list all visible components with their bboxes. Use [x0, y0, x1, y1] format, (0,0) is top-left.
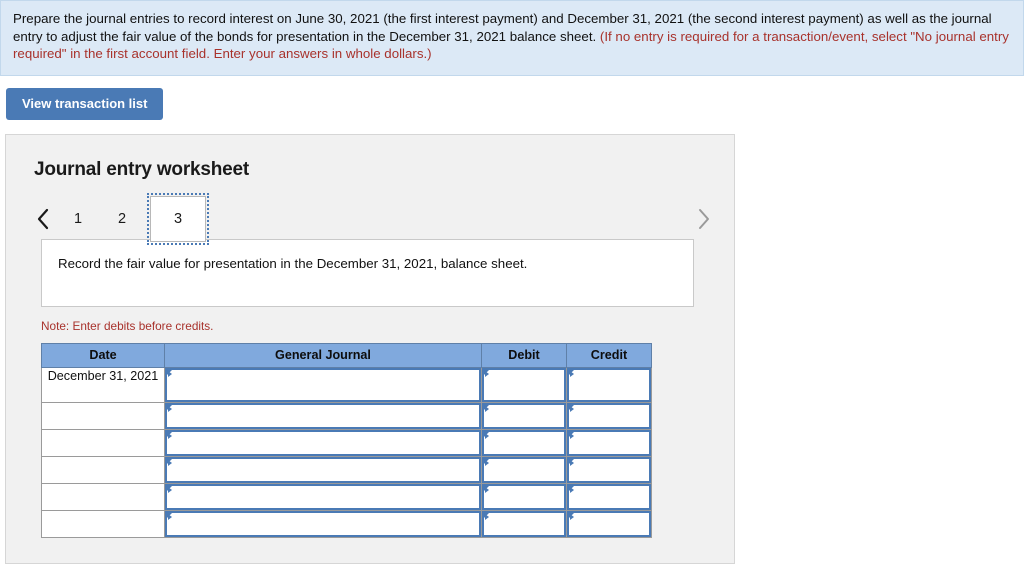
debits-before-credits-note: Note: Enter debits before credits.	[41, 318, 214, 333]
date-cell	[41, 509, 165, 538]
debit-cell[interactable]	[481, 401, 567, 430]
general-journal-input[interactable]	[165, 367, 481, 402]
debit-input[interactable]	[482, 483, 566, 510]
general-journal-cell[interactable]	[164, 366, 482, 403]
instruction-text: Prepare the journal entries to record in…	[13, 10, 1011, 63]
journal-table-wrap: Date General Journal Debit Credit Decemb…	[41, 342, 652, 538]
general-journal-cell[interactable]	[164, 509, 482, 538]
table-row	[41, 509, 652, 538]
general-journal-cell[interactable]	[164, 428, 482, 457]
table-row	[41, 401, 652, 430]
debit-input[interactable]	[482, 510, 566, 537]
general-journal-cell[interactable]	[164, 455, 482, 484]
pager-tab-1[interactable]: 1	[60, 199, 96, 239]
journal-entry-table: Date General Journal Debit Credit Decemb…	[41, 342, 652, 538]
chevron-left-icon[interactable]	[30, 199, 56, 239]
date-cell	[41, 401, 165, 430]
debit-cell[interactable]	[481, 428, 567, 457]
debit-cell[interactable]	[481, 366, 567, 403]
credit-cell[interactable]	[566, 509, 652, 538]
journal-table-header-row: Date General Journal Debit Credit	[41, 342, 652, 368]
credit-input[interactable]	[567, 510, 651, 537]
credit-cell[interactable]	[566, 366, 652, 403]
credit-input[interactable]	[567, 402, 651, 429]
general-journal-cell[interactable]	[164, 482, 482, 511]
credit-cell[interactable]	[566, 401, 652, 430]
date-cell	[41, 482, 165, 511]
credit-input[interactable]	[567, 483, 651, 510]
general-journal-cell[interactable]	[164, 401, 482, 430]
date-cell	[41, 428, 165, 457]
worksheet-pager: 1 2 3	[6, 192, 734, 245]
column-header-general-journal: General Journal	[164, 342, 482, 368]
credit-input[interactable]	[567, 456, 651, 483]
credit-cell[interactable]	[566, 428, 652, 457]
debit-input[interactable]	[482, 456, 566, 483]
date-cell: December 31, 2021	[41, 366, 165, 403]
debit-cell[interactable]	[481, 455, 567, 484]
credit-cell[interactable]	[566, 455, 652, 484]
debit-cell[interactable]	[481, 482, 567, 511]
worksheet-description-text: Record the fair value for presentation i…	[58, 255, 528, 271]
worksheet-description-box: Record the fair value for presentation i…	[41, 238, 694, 307]
credit-input[interactable]	[567, 367, 651, 402]
credit-cell[interactable]	[566, 482, 652, 511]
table-row: December 31, 2021	[41, 366, 652, 403]
pager-tab-3[interactable]: 3	[147, 192, 209, 245]
toolbar: View transaction list	[0, 76, 1024, 120]
debit-input[interactable]	[482, 429, 566, 456]
journal-entry-worksheet-panel: Journal entry worksheet 1 2 3 Record the…	[5, 133, 735, 564]
column-header-credit: Credit	[566, 342, 652, 368]
date-cell	[41, 455, 165, 484]
worksheet-title: Journal entry worksheet	[34, 158, 250, 180]
credit-input[interactable]	[567, 429, 651, 456]
view-transaction-list-button[interactable]: View transaction list	[6, 87, 164, 120]
debit-input[interactable]	[482, 402, 566, 429]
general-journal-input[interactable]	[165, 510, 481, 537]
general-journal-input[interactable]	[165, 402, 481, 429]
pager-tab-list: 1 2 3	[56, 192, 212, 245]
instruction-banner: Prepare the journal entries to record in…	[0, 0, 1024, 76]
chevron-right-icon[interactable]	[690, 199, 716, 239]
general-journal-input[interactable]	[165, 429, 481, 456]
debit-cell[interactable]	[481, 509, 567, 538]
general-journal-input[interactable]	[165, 483, 481, 510]
general-journal-input[interactable]	[165, 456, 481, 483]
table-row	[41, 482, 652, 511]
table-row	[41, 455, 652, 484]
column-header-date: Date	[41, 342, 165, 368]
column-header-debit: Debit	[481, 342, 567, 368]
table-row	[41, 428, 652, 457]
debit-input[interactable]	[482, 367, 566, 402]
pager-tab-2[interactable]: 2	[104, 199, 140, 239]
